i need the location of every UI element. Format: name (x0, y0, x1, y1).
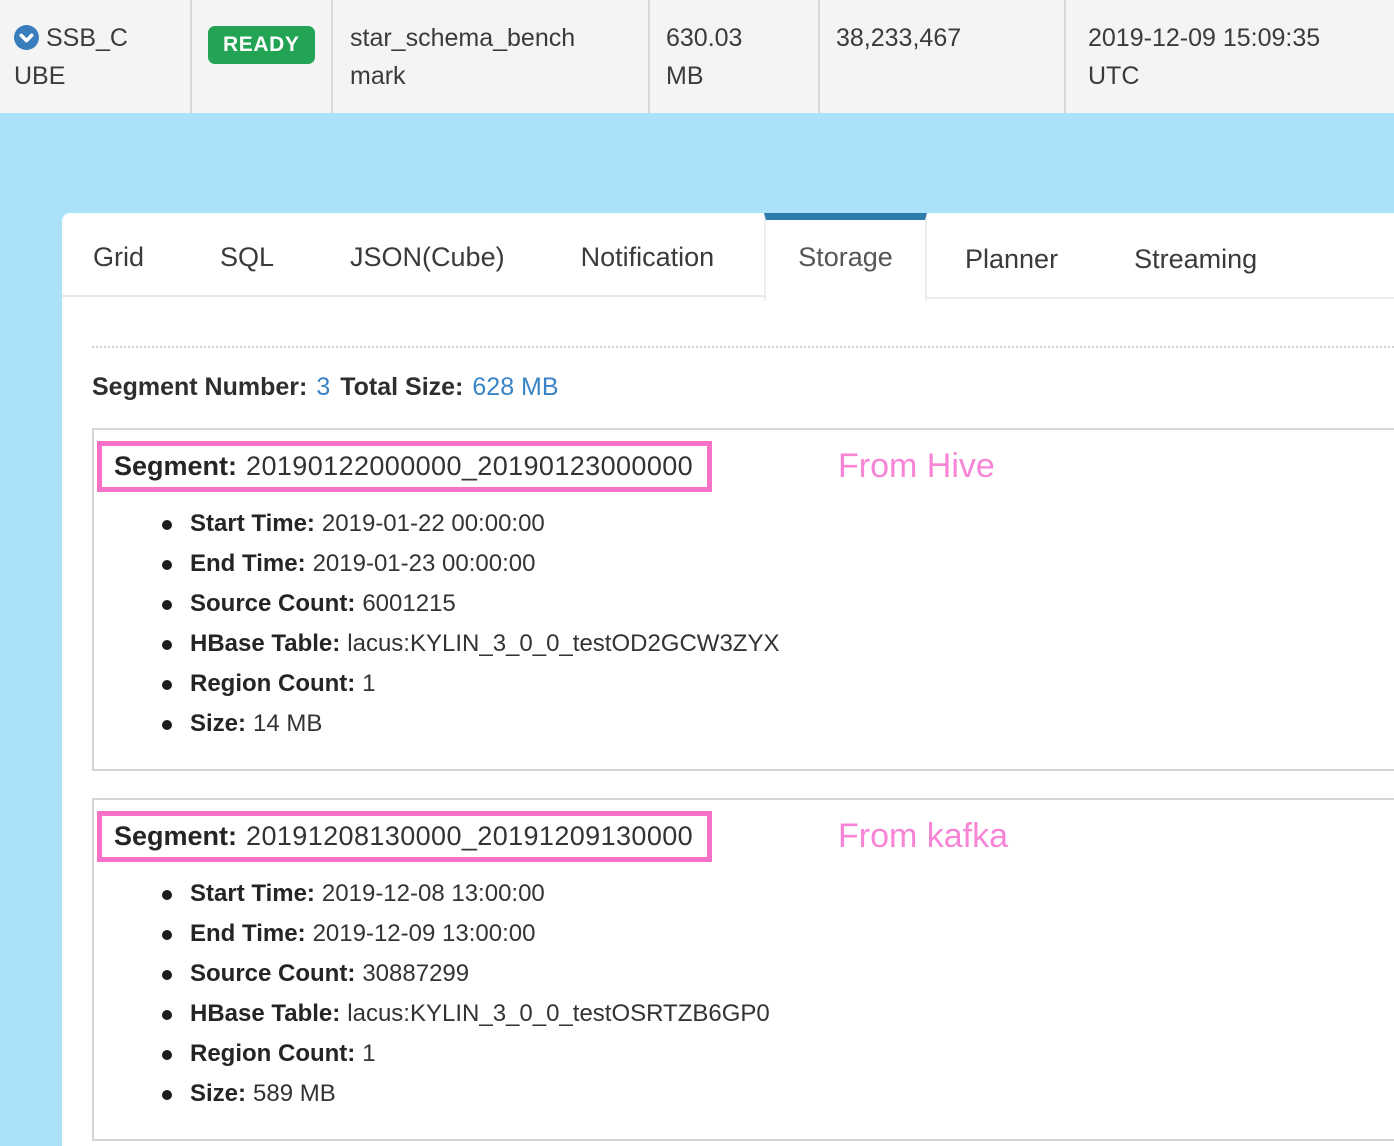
segment-card-1: Segment: 20190122000000_20190123000000 F… (92, 428, 1394, 771)
tab-notification[interactable]: Notification (543, 242, 753, 273)
segment-id: 20191208130000_20191209130000 (246, 821, 693, 852)
list-item: Region Count:1 (190, 664, 779, 704)
tab-json-cube[interactable]: JSON(Cube) (312, 242, 543, 273)
cube-name-cell[interactable]: SSB_CUBE (0, 0, 192, 113)
list-item: Start Time:2019-12-08 13:00:00 (190, 874, 770, 914)
kylin-cube-page: SSB_CUBE READY star_schema_benchmark 630… (0, 0, 1394, 1146)
list-item: Source Count:30887299 (190, 954, 770, 994)
annotation-from-hive: From Hive (838, 441, 995, 492)
tab-streaming[interactable]: Streaming (1096, 244, 1295, 275)
fact-table-cell: star_schema_benchmark (333, 0, 650, 113)
tab-group-left: Grid SQL JSON(Cube) Notification (62, 213, 764, 297)
list-item: Size:589 MB (190, 1074, 770, 1114)
tab-sql[interactable]: SQL (182, 242, 312, 273)
cube-detail-panel: Grid SQL JSON(Cube) Notification Storage… (62, 213, 1394, 1146)
segment-number-value: 3 (316, 373, 330, 401)
segment-id-highlight-1: Segment: 20190122000000_20190123000000 (97, 441, 712, 492)
list-item: HBase Table:lacus:KYLIN_3_0_0_testOD2GCW… (190, 624, 779, 664)
segment-label: Segment: (114, 821, 237, 852)
storage-summary-line: Segment Number: 3 Total Size: 628 MB (92, 370, 569, 404)
list-item: End Time:2019-01-23 00:00:00 (190, 544, 779, 584)
total-size-label: Total Size: (340, 373, 463, 401)
segment-id: 20190122000000_20190123000000 (246, 451, 693, 482)
list-item: End Time:2019-12-09 13:00:00 (190, 914, 770, 954)
last-build-time-cell: 2019-12-09 15:09:35 UTC (1066, 0, 1394, 113)
tab-storage-active[interactable]: Storage (764, 213, 927, 301)
source-records-cell: 38,233,467 (820, 0, 1066, 113)
list-item: Size:14 MB (190, 704, 779, 744)
annotation-from-kafka: From kafka (838, 811, 1008, 862)
segment-number-label: Segment Number: (92, 373, 307, 401)
tab-storage-label: Storage (798, 242, 893, 301)
cube-status-cell: READY (192, 0, 333, 113)
cube-size-cell: 630.03 MB (650, 0, 820, 113)
list-item: Source Count:6001215 (190, 584, 779, 624)
tab-planner[interactable]: Planner (927, 244, 1096, 275)
segment-id-highlight-2: Segment: 20191208130000_20191209130000 (97, 811, 712, 862)
dotted-separator (92, 346, 1394, 348)
segment-detail-list: Start Time:2019-01-22 00:00:00 End Time:… (94, 504, 779, 744)
segment-detail-list: Start Time:2019-12-08 13:00:00 End Time:… (94, 874, 770, 1114)
status-badge: READY (208, 26, 315, 64)
segment-card-2: Segment: 20191208130000_20191209130000 F… (92, 798, 1394, 1141)
tab-group-right: Planner Streaming (927, 221, 1394, 299)
total-size-value: 628 MB (472, 373, 558, 401)
cube-summary-row[interactable]: SSB_CUBE READY star_schema_benchmark 630… (0, 0, 1394, 113)
segment-label: Segment: (114, 451, 237, 482)
chevron-circle-down-icon[interactable] (14, 23, 39, 48)
list-item: Start Time:2019-01-22 00:00:00 (190, 504, 779, 544)
list-item: HBase Table:lacus:KYLIN_3_0_0_testOSRTZB… (190, 994, 770, 1034)
tab-grid[interactable]: Grid (62, 242, 182, 273)
list-item: Region Count:1 (190, 1034, 770, 1074)
